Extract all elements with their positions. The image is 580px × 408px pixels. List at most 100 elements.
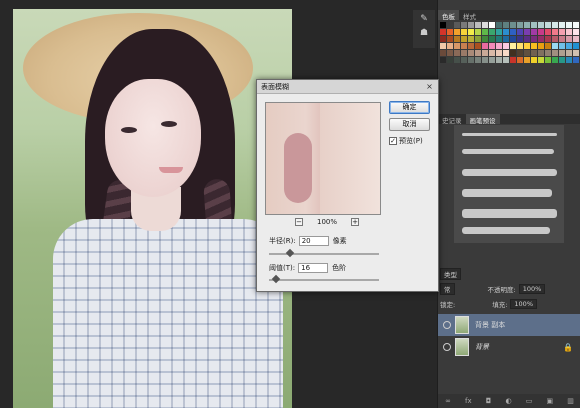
swatch[interactable] (510, 43, 516, 49)
swatch[interactable] (503, 29, 509, 35)
swatch[interactable] (517, 22, 523, 28)
brush-stroke[interactable] (462, 133, 557, 136)
fill-field[interactable]: 100% (510, 298, 537, 309)
swatch[interactable] (545, 22, 551, 28)
swatch[interactable] (531, 36, 537, 42)
swatch[interactable] (475, 22, 481, 28)
swatch[interactable] (475, 57, 481, 63)
swatch[interactable] (517, 50, 523, 56)
swatch[interactable] (496, 29, 502, 35)
swatch[interactable] (447, 43, 453, 49)
mask-icon[interactable]: ◘ (486, 397, 492, 405)
swatch[interactable] (440, 50, 446, 56)
swatch[interactable] (538, 29, 544, 35)
swatch[interactable] (531, 57, 537, 63)
swatch[interactable] (538, 43, 544, 49)
swatch[interactable] (454, 43, 460, 49)
swatch[interactable] (503, 43, 509, 49)
layer-kind-select[interactable]: 类型 (440, 267, 461, 280)
radius-field[interactable]: 20 (298, 236, 329, 246)
brush-stroke[interactable] (462, 209, 557, 218)
threshold-slider[interactable] (269, 274, 379, 284)
swatch[interactable] (524, 57, 530, 63)
swatch[interactable] (461, 57, 467, 63)
visibility-eye-icon[interactable] (443, 343, 451, 351)
preview-checkbox-row[interactable]: ✓ 预览(P) (389, 136, 423, 146)
brush-stroke[interactable] (462, 227, 550, 234)
swatch[interactable] (440, 22, 446, 28)
swatch[interactable] (447, 36, 453, 42)
swatch[interactable] (566, 50, 572, 56)
swatch[interactable] (475, 50, 481, 56)
swatch[interactable] (531, 50, 537, 56)
swatch[interactable] (461, 29, 467, 35)
preview-checkbox[interactable]: ✓ (389, 137, 397, 145)
swatch[interactable] (496, 36, 502, 42)
swatch[interactable] (489, 57, 495, 63)
swatch[interactable] (482, 36, 488, 42)
dialog-titlebar[interactable]: 表面模糊 (257, 80, 438, 94)
swatch[interactable] (461, 36, 467, 42)
swatch[interactable] (503, 50, 509, 56)
ok-button[interactable]: 确定 (389, 101, 430, 114)
swatch[interactable] (559, 36, 565, 42)
radius-slider-knob[interactable] (285, 248, 295, 258)
swatch[interactable] (552, 29, 558, 35)
swatch[interactable] (496, 43, 502, 49)
swatch[interactable] (517, 36, 523, 42)
swatch[interactable] (559, 29, 565, 35)
swatch[interactable] (545, 43, 551, 49)
swatch[interactable] (538, 22, 544, 28)
swatch[interactable] (468, 43, 474, 49)
swatch[interactable] (573, 43, 579, 49)
cancel-button[interactable]: 取消 (389, 118, 430, 131)
swatch[interactable] (566, 36, 572, 42)
swatch[interactable] (489, 36, 495, 42)
opacity-field[interactable]: 100% (518, 283, 546, 294)
swatch[interactable] (503, 57, 509, 63)
swatch[interactable] (447, 29, 453, 35)
tab-swatches[interactable]: 色板 (438, 10, 459, 21)
close-icon[interactable]: × (424, 81, 435, 92)
swatch[interactable] (496, 57, 502, 63)
swatch[interactable] (503, 36, 509, 42)
swatch[interactable] (482, 43, 488, 49)
swatch[interactable] (524, 43, 530, 49)
swatch[interactable] (447, 57, 453, 63)
swatch[interactable] (552, 43, 558, 49)
swatch[interactable] (573, 50, 579, 56)
swatch[interactable] (510, 57, 516, 63)
swatch[interactable] (489, 22, 495, 28)
swatch[interactable] (482, 57, 488, 63)
trash-icon[interactable]: ▥ (567, 397, 574, 405)
swatch[interactable] (559, 50, 565, 56)
swatch[interactable] (538, 36, 544, 42)
swatch[interactable] (524, 22, 530, 28)
swatch[interactable] (489, 43, 495, 49)
swatch[interactable] (475, 29, 481, 35)
folder-icon[interactable]: ▭ (526, 397, 533, 405)
swatch[interactable] (440, 36, 446, 42)
swatch[interactable] (454, 29, 460, 35)
tab-styles[interactable]: 样式 (459, 10, 480, 21)
swatch[interactable] (468, 57, 474, 63)
swatch[interactable] (573, 36, 579, 42)
swatch[interactable] (510, 29, 516, 35)
swatch[interactable] (468, 29, 474, 35)
zoom-in-button[interactable]: + (351, 218, 360, 226)
swatch[interactable] (468, 50, 474, 56)
swatch[interactable] (468, 22, 474, 28)
swatch[interactable] (524, 36, 530, 42)
swatch[interactable] (524, 29, 530, 35)
swatch[interactable] (545, 29, 551, 35)
swatch[interactable] (510, 50, 516, 56)
swatch[interactable] (524, 50, 530, 56)
swatch[interactable] (454, 57, 460, 63)
swatch[interactable] (447, 22, 453, 28)
threshold-field[interactable]: 16 (298, 263, 329, 273)
swatch[interactable] (454, 22, 460, 28)
new-layer-icon[interactable]: ▣ (547, 397, 554, 405)
brush-stroke[interactable] (462, 189, 552, 197)
swatch[interactable] (566, 29, 572, 35)
threshold-slider-knob[interactable] (271, 274, 281, 284)
